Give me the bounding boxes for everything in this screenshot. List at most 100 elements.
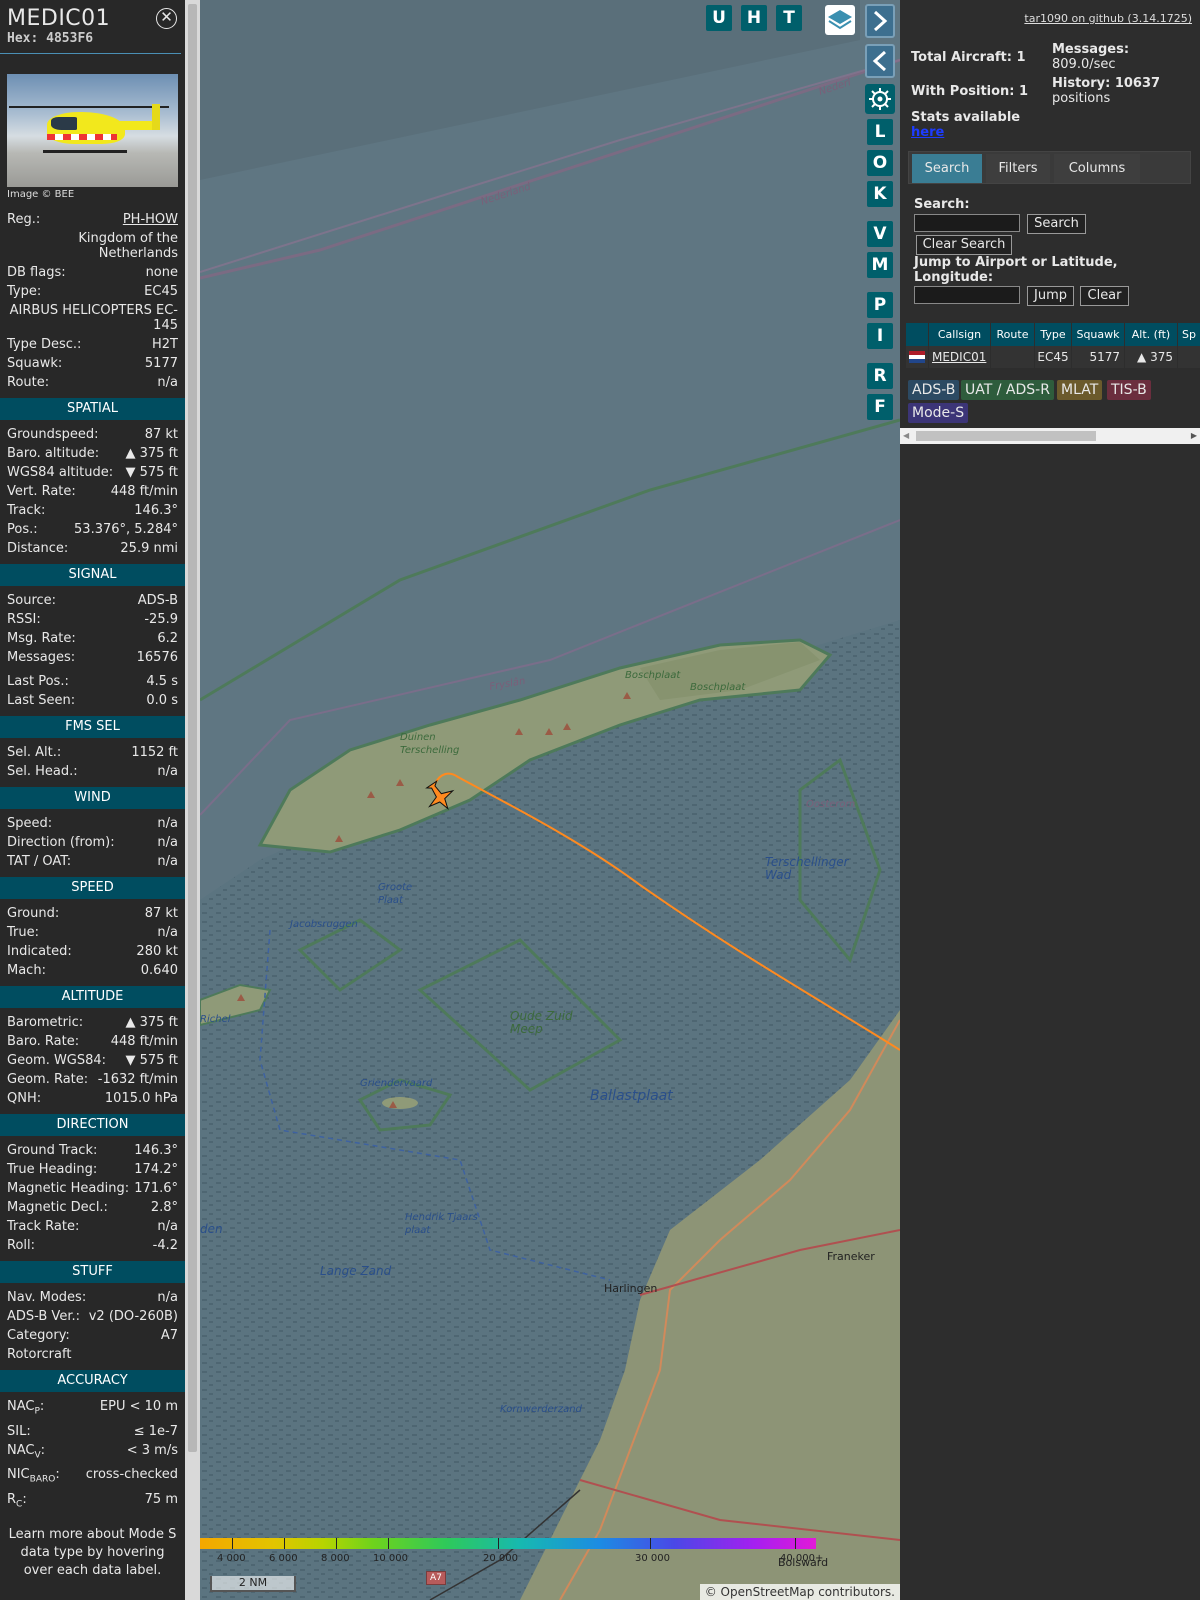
detail-label[interactable]: Distance:	[7, 539, 68, 558]
detail-label[interactable]: Geom. Rate:	[7, 1070, 88, 1089]
detail-label[interactable]: Sel. Head.:	[7, 762, 78, 781]
map-button-l[interactable]: L	[867, 119, 893, 145]
detail-value[interactable]: PH-HOW	[123, 210, 178, 229]
source-badge-uat-ads-r[interactable]: UAT / ADS-R	[961, 380, 1054, 400]
map-button-k[interactable]: K	[867, 181, 893, 207]
detail-label[interactable]: Ground Track:	[7, 1141, 97, 1160]
detail-label[interactable]: Pos.:	[7, 520, 38, 539]
close-icon[interactable]: ✕	[156, 8, 177, 29]
column-header-squawk[interactable]: Squawk	[1072, 323, 1124, 346]
map-canvas[interactable]: NederlandNederlFryslânDuinen Terschelling…	[200, 0, 900, 1600]
detail-label[interactable]: Magnetic Heading:	[7, 1179, 129, 1198]
detail-label[interactable]: Messages:	[7, 648, 75, 667]
row-callsign-link[interactable]: MEDIC01	[929, 346, 990, 368]
map-button-p[interactable]: P	[867, 292, 893, 318]
search-input[interactable]	[914, 214, 1020, 232]
detail-label[interactable]: Type Desc.:	[7, 335, 81, 354]
detail-label[interactable]: Type:	[7, 282, 41, 301]
github-link[interactable]: tar1090 on github (3.14.1725)	[1024, 12, 1192, 25]
column-header-route[interactable]: Route	[991, 323, 1034, 346]
detail-label[interactable]: Last Pos.:	[7, 672, 69, 691]
detail-label[interactable]: Rotorcraft	[7, 1345, 71, 1364]
detail-label[interactable]: Mach:	[7, 961, 46, 980]
detail-label[interactable]: Sel. Alt.:	[7, 743, 61, 762]
detail-label[interactable]: Speed:	[7, 814, 52, 833]
map-button-r[interactable]: R	[867, 363, 893, 389]
map-button-i[interactable]: I	[867, 323, 893, 349]
table-row[interactable]	[906, 346, 928, 368]
detail-label[interactable]: True Heading:	[7, 1160, 97, 1179]
detail-label[interactable]: DB flags:	[7, 263, 66, 282]
map-button-h[interactable]: H	[741, 5, 767, 31]
detail-label[interactable]: Squawk:	[7, 354, 62, 373]
sidebar-scrollbar[interactable]	[185, 0, 200, 1600]
map-button-f[interactable]: F	[867, 394, 893, 420]
detail-label[interactable]: Roll:	[7, 1236, 35, 1255]
jump-input[interactable]	[914, 286, 1020, 304]
detail-label[interactable]: Indicated:	[7, 942, 72, 961]
map-button-m[interactable]: M	[867, 252, 893, 278]
detail-label[interactable]: RSSI:	[7, 610, 41, 629]
detail-label[interactable]: Baro. altitude:	[7, 444, 99, 463]
column-header-flag[interactable]	[906, 323, 928, 346]
collapse-panel-button[interactable]	[865, 4, 895, 38]
detail-label[interactable]: Direction (from):	[7, 833, 115, 852]
source-badge-mode-s[interactable]: Mode-S	[908, 403, 969, 423]
map-button-t[interactable]: T	[776, 5, 802, 31]
source-badge-ads-b[interactable]: ADS-B	[908, 380, 960, 400]
detail-label[interactable]: WGS84 altitude:	[7, 463, 113, 482]
detail-label[interactable]: Groundspeed:	[7, 425, 98, 444]
detail-label[interactable]: RC:	[7, 1490, 27, 1515]
map-attribution[interactable]: © OpenStreetMap contributors.	[699, 1584, 900, 1600]
table-horizontal-scrollbar[interactable]: ◀ ▶	[900, 428, 1200, 444]
source-badge-mlat[interactable]: MLAT	[1057, 380, 1103, 400]
detail-label[interactable]: Magnetic Decl.:	[7, 1198, 108, 1217]
tab-columns[interactable]: Columns	[1054, 154, 1140, 183]
scrollbar-thumb[interactable]	[188, 4, 197, 1452]
map-button-v[interactable]: V	[867, 221, 893, 247]
column-header-callsign[interactable]: Callsign	[929, 323, 990, 346]
detail-label[interactable]: SIL:	[7, 1422, 31, 1441]
tab-filters[interactable]: Filters	[986, 154, 1050, 183]
stats-link[interactable]: here	[911, 125, 944, 140]
aircraft-photo[interactable]	[7, 74, 178, 187]
detail-label[interactable]: Track Rate:	[7, 1217, 79, 1236]
jump-button[interactable]: Jump	[1027, 286, 1074, 306]
detail-label[interactable]: Track:	[7, 501, 45, 520]
detail-label[interactable]: Reg.:	[7, 210, 40, 229]
detail-label[interactable]: Barometric:	[7, 1013, 83, 1032]
layers-button[interactable]	[825, 5, 855, 35]
scrollbar-thumb[interactable]	[916, 431, 1096, 441]
detail-label[interactable]: True:	[7, 923, 39, 942]
column-header-type[interactable]: Type	[1035, 323, 1071, 346]
detail-label[interactable]: Ground:	[7, 904, 59, 923]
detail-label[interactable]: Vert. Rate:	[7, 482, 76, 501]
scroll-left-icon[interactable]: ◀	[903, 431, 909, 440]
search-button[interactable]: Search	[1027, 214, 1086, 234]
source-badge-tis-b[interactable]: TIS-B	[1107, 380, 1151, 400]
detail-label[interactable]: NACV:	[7, 1441, 45, 1466]
column-header-altitude[interactable]: Alt. (ft)	[1125, 323, 1177, 346]
detail-label[interactable]: Geom. WGS84:	[7, 1051, 106, 1070]
detail-label[interactable]: TAT / OAT:	[7, 852, 71, 871]
clear-search-button[interactable]: Clear Search	[916, 235, 1012, 255]
detail-label[interactable]: QNH:	[7, 1089, 41, 1108]
map-button-u[interactable]: U	[706, 5, 732, 31]
map-button-o[interactable]: O	[867, 150, 893, 176]
detail-label[interactable]: Source:	[7, 591, 56, 610]
detail-label[interactable]: Msg. Rate:	[7, 629, 76, 648]
settings-button[interactable]	[865, 84, 895, 114]
scroll-right-icon[interactable]: ▶	[1191, 431, 1197, 440]
expand-panel-button[interactable]	[865, 44, 895, 78]
map-area[interactable]: Nederland Nederl Fryslân Duinen Terschelling…	[200, 0, 900, 1600]
detail-label[interactable]: Route:	[7, 373, 49, 392]
detail-label[interactable]: NACP:	[7, 1397, 44, 1422]
detail-label[interactable]: NICBARO:	[7, 1465, 60, 1490]
clear-button[interactable]: Clear	[1080, 286, 1129, 306]
detail-label[interactable]: Baro. Rate:	[7, 1032, 79, 1051]
detail-label[interactable]: Last Seen:	[7, 691, 75, 710]
detail-label[interactable]: ADS-B Ver.:	[7, 1307, 80, 1326]
detail-label[interactable]: Category:	[7, 1326, 70, 1345]
column-header-speed[interactable]: Sp	[1178, 323, 1200, 346]
detail-label[interactable]: Nav. Modes:	[7, 1288, 86, 1307]
